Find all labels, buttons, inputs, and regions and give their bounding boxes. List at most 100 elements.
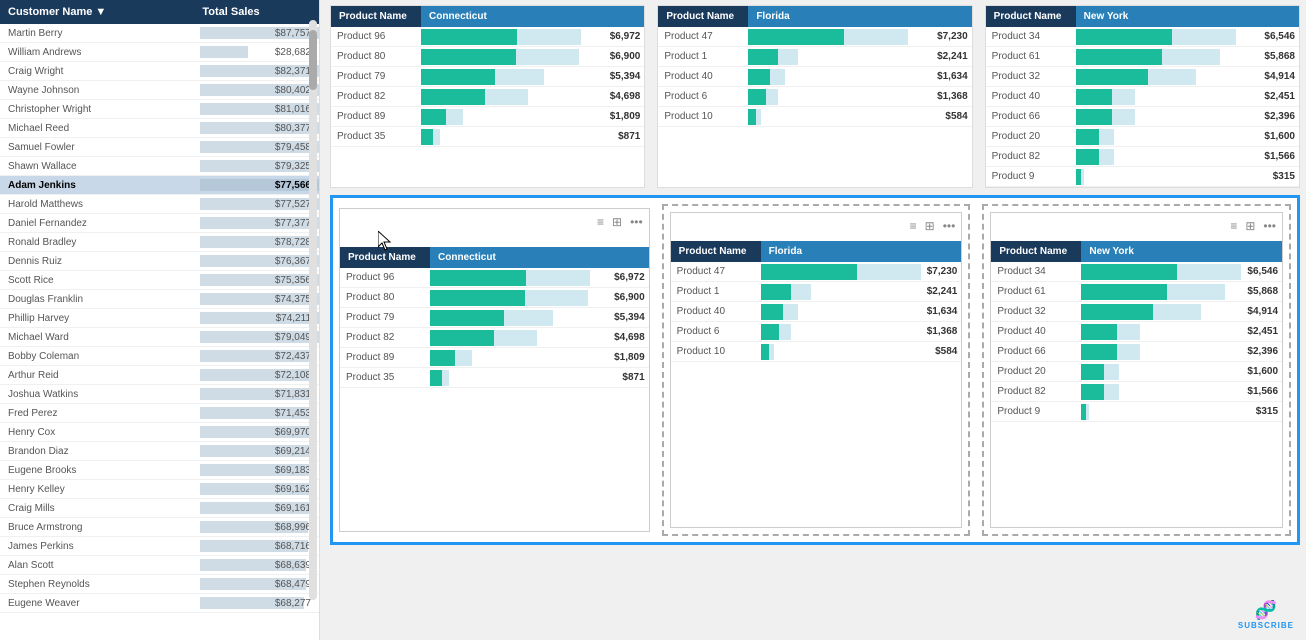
bar-fill (430, 330, 494, 346)
bar-area: $6,972 (430, 269, 649, 287)
customer-name-cell: Stephen Reynolds (0, 575, 194, 594)
ny-expand-icon[interactable]: ⊞ (1245, 219, 1255, 233)
table-row[interactable]: Daniel Fernandez $77,377 (0, 214, 319, 233)
product-label: Product 96 (331, 29, 421, 44)
bar-area: $2,241 (748, 48, 971, 66)
bar-value: $4,698 (614, 332, 645, 343)
customer-name-header[interactable]: Customer Name ▼ (0, 0, 194, 24)
table-row[interactable]: William Andrews $28,682 (0, 43, 319, 62)
ct-expand-icon[interactable]: ⊞ (612, 215, 622, 229)
table-row[interactable]: Bruce Armstrong $68,996 (0, 518, 319, 537)
fl-more-icon[interactable]: ••• (943, 219, 956, 233)
ny-more-icon[interactable]: ••• (1263, 219, 1276, 233)
florida-panel-wrapper: ≡ ⊞ ••• Product Name Florida Product 47 … (662, 204, 971, 536)
bar-value: $1,368 (927, 326, 958, 337)
customer-name-cell: Christopher Wright (0, 100, 194, 119)
customer-name-cell: Michael Reed (0, 119, 194, 138)
sales-cell: $77,527 (194, 195, 319, 214)
product-label: Product 1 (658, 49, 748, 64)
bar-fill (761, 264, 857, 280)
list-item: Product 47 $7,230 (658, 27, 971, 47)
list-item: Product 82 $1,566 (991, 382, 1282, 402)
sales-cell: $68,639 (194, 556, 319, 575)
sales-cell: $81,016 (194, 100, 319, 119)
table-row[interactable]: Harold Matthews $77,527 (0, 195, 319, 214)
bar-value: $6,972 (610, 31, 641, 42)
fl-expand-icon[interactable]: ⊞ (925, 219, 935, 233)
table-row[interactable]: Henry Cox $69,970 (0, 423, 319, 442)
bar-area: $1,809 (421, 108, 644, 126)
table-row[interactable]: Brandon Diaz $69,214 (0, 442, 319, 461)
table-row[interactable]: Ronald Bradley $78,728 (0, 233, 319, 252)
table-row[interactable]: Stephen Reynolds $68,479 (0, 575, 319, 594)
florida-header: Florida (748, 6, 971, 27)
bar-value: $4,914 (1247, 306, 1278, 317)
table-row[interactable]: Adam Jenkins $77,566 (0, 176, 319, 195)
table-row[interactable]: Craig Mills $69,161 (0, 499, 319, 518)
table-row[interactable]: Eugene Weaver $68,277 (0, 594, 319, 613)
table-row[interactable]: Phillip Harvey $74,211 (0, 309, 319, 328)
list-item: Product 66 $2,396 (991, 342, 1282, 362)
table-row[interactable]: Michael Ward $79,049 (0, 328, 319, 347)
fl-menu-icon[interactable]: ≡ (910, 219, 917, 233)
subscribe-button[interactable]: 🧬 SUBSCRIBE (1238, 600, 1294, 630)
table-row[interactable]: Craig Wright $82,371 (0, 62, 319, 81)
bar-area: $5,394 (430, 309, 649, 327)
product-label: Product 40 (658, 69, 748, 84)
ct-more-icon[interactable]: ••• (630, 215, 643, 229)
bar-area: $1,600 (1081, 363, 1282, 381)
table-row[interactable]: Dennis Ruiz $76,367 (0, 252, 319, 271)
table-row[interactable]: Fred Perez $71,453 (0, 404, 319, 423)
scrollbar[interactable] (309, 20, 317, 600)
table-row[interactable]: Michael Reed $80,377 (0, 119, 319, 138)
table-row[interactable]: Martin Berry $87,757 (0, 24, 319, 43)
bar-value: $1,600 (1247, 366, 1278, 377)
table-row[interactable]: Henry Kelley $69,162 (0, 480, 319, 499)
sales-cell: $79,458 (194, 138, 319, 157)
bar-value: $7,230 (927, 266, 958, 277)
table-row[interactable]: Samuel Fowler $79,458 (0, 138, 319, 157)
list-item: Product 35 $871 (340, 368, 649, 388)
ct-menu-icon[interactable]: ≡ (597, 215, 604, 229)
bar-fill (748, 109, 756, 125)
sales-cell: $69,162 (194, 480, 319, 499)
ny-menu-icon[interactable]: ≡ (1230, 219, 1237, 233)
sales-cell: $74,211 (194, 309, 319, 328)
fl-content: Product Name Florida Product 47 $7,230 P… (671, 241, 962, 527)
newyork-mini-chart: Product Name New York Product 34 $6,546 … (985, 5, 1300, 188)
sales-cell: $68,996 (194, 518, 319, 537)
bar-area: $1,634 (761, 303, 962, 321)
table-row[interactable]: Bobby Coleman $72,437 (0, 347, 319, 366)
bar-value: $2,241 (937, 51, 968, 62)
product-label: Product 35 (331, 129, 421, 144)
bar-fill (761, 284, 791, 300)
bar-fill (430, 290, 525, 306)
customer-name-cell: Harold Matthews (0, 195, 194, 214)
list-item: Product 1 $2,241 (671, 282, 962, 302)
table-row[interactable]: Arthur Reid $72,108 (0, 366, 319, 385)
product-label: Product 20 (986, 129, 1076, 144)
list-item: Product 10 $584 (658, 107, 971, 127)
total-sales-header[interactable]: Total Sales (194, 0, 319, 24)
bar-value: $6,546 (1264, 31, 1295, 42)
customer-name-cell: Ronald Bradley (0, 233, 194, 252)
fl-panel-header: Florida (761, 241, 962, 262)
product-label: Product 1 (671, 284, 761, 299)
scroll-thumb[interactable] (309, 30, 317, 90)
table-row[interactable]: Christopher Wright $81,016 (0, 100, 319, 119)
table-row[interactable]: Shawn Wallace $79,325 (0, 157, 319, 176)
table-row[interactable]: Wayne Johnson $80,402 (0, 81, 319, 100)
bar-value: $1,566 (1264, 151, 1295, 162)
sales-cell: $78,728 (194, 233, 319, 252)
left-panel: Customer Name ▼ Total Sales Martin Berry… (0, 0, 320, 640)
table-row[interactable]: Scott Rice $75,356 (0, 271, 319, 290)
table-row[interactable]: Eugene Brooks $69,183 (0, 461, 319, 480)
table-row[interactable]: Douglas Franklin $74,375 (0, 290, 319, 309)
table-row[interactable]: James Perkins $68,716 (0, 537, 319, 556)
sales-cell: $69,161 (194, 499, 319, 518)
table-row[interactable]: Alan Scott $68,639 (0, 556, 319, 575)
product-label: Product 34 (986, 29, 1076, 44)
ct-panel-col-label: Product Name (340, 247, 430, 268)
table-row[interactable]: Joshua Watkins $71,831 (0, 385, 319, 404)
newyork-panel: ≡ ⊞ ••• Product Name New York Product 34… (990, 212, 1283, 528)
